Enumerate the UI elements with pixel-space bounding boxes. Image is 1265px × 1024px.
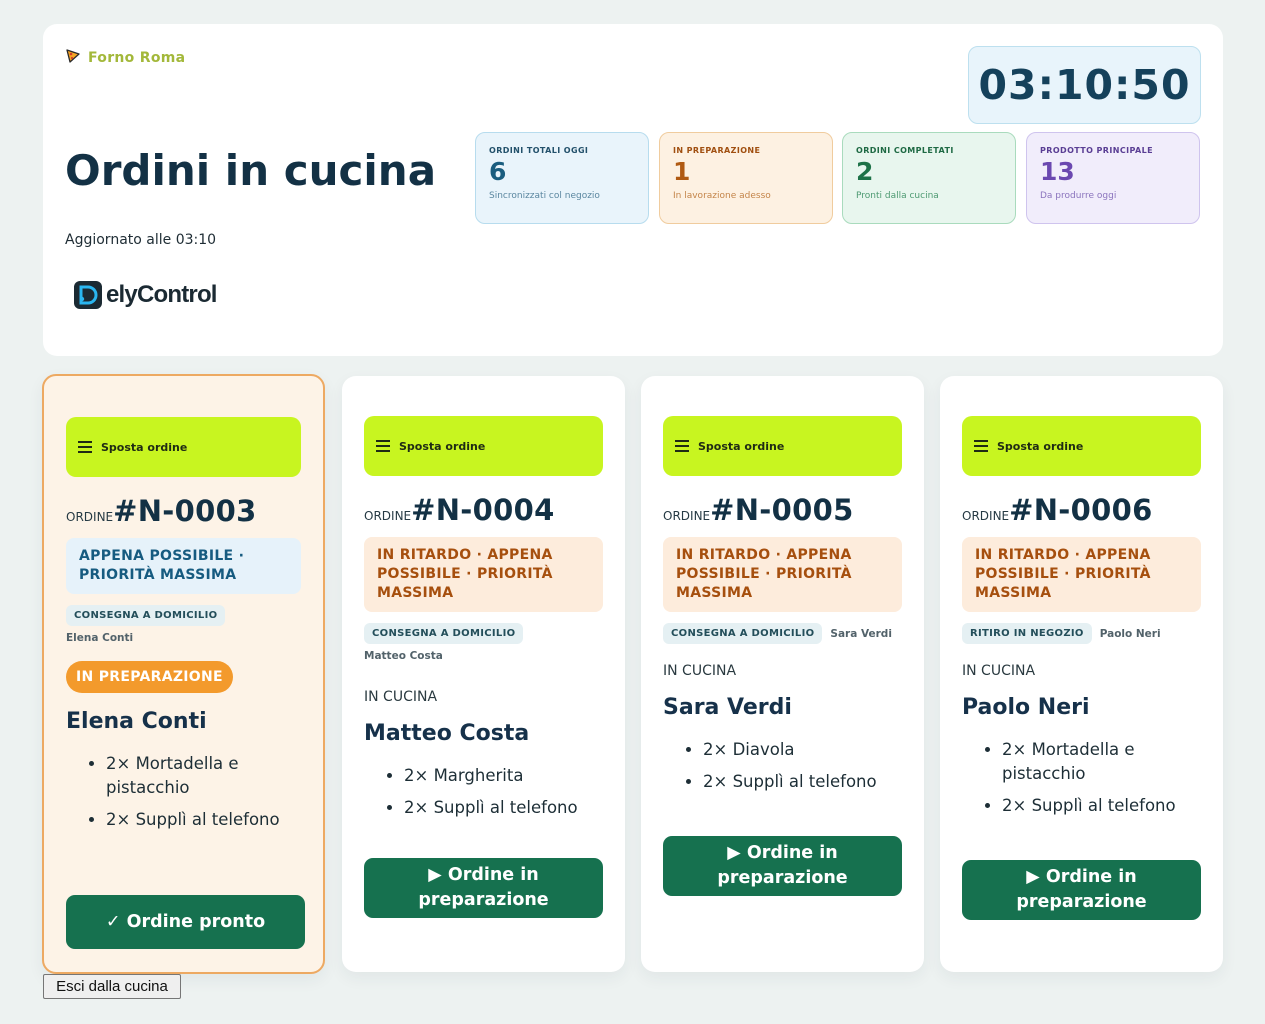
status-text: IN CUCINA [962,663,1036,679]
list-item: 2× Supplì al telefono [1002,794,1201,818]
drag-handle[interactable]: Sposta ordine [962,416,1201,476]
stat-card-completed: ORDINI COMPLETATI 2 Pronti dalla cucina [842,132,1016,224]
exit-kitchen-button[interactable]: Esci dalla cucina [43,974,181,999]
brand-name: Forno Roma [88,50,186,66]
list-item: 2× Supplì al telefono [106,808,301,832]
drag-menu-icon [974,437,988,456]
priority-badge: APPENA POSSIBILE · PRIORITÀ MASSIMA [66,538,301,594]
delivery-type-tag: CONSEGNA A DOMICILIO [663,623,823,644]
stat-subtitle: Da produrre oggi [1040,191,1117,201]
order-prefix: ORDINE [66,510,114,524]
logo-text: elyControl [106,281,217,308]
stat-label: PRODOTTO PRINCIPALE [1040,146,1153,155]
customer-small: Matteo Costa [364,650,443,662]
customer-small: Sara Verdi [830,627,892,640]
order-number: #N-0004 [411,493,555,527]
drag-label: Sposta ordine [101,440,188,454]
stat-subtitle: In lavorazione adesso [673,191,771,201]
stat-value: 6 [489,157,507,186]
customer-name: Sara Verdi [663,695,792,720]
order-card: Sposta ordine ORDINE #N-0005 IN RITARDO … [641,376,924,972]
order-prefix: ORDINE [962,509,1010,523]
order-card: Sposta ordine ORDINE #N-0006 IN RITARDO … [940,376,1223,972]
clock: 03:10:50 [968,46,1201,124]
stat-subtitle: Pronti dalla cucina [856,191,939,201]
customer-name: Matteo Costa [364,721,530,746]
status-text: IN CUCINA [364,689,438,705]
drag-menu-icon [376,437,390,456]
order-items: 2× Mortadella e pistacchio 2× Supplì al … [962,738,1201,818]
order-items: 2× Margherita 2× Supplì al telefono [364,764,603,820]
stat-value: 13 [1040,157,1075,186]
order-id: ORDINE #N-0006 [962,493,1201,527]
order-id: ORDINE #N-0003 [66,494,301,528]
drag-menu-icon [78,438,92,457]
dashboard-header: Forno Roma Ordini in cucina Aggiornato a… [43,24,1223,356]
priority-badge: IN RITARDO · APPENA POSSIBILE · PRIORITÀ… [364,537,603,612]
drag-menu-icon [675,437,689,456]
order-card: Sposta ordine ORDINE #N-0004 IN RITARDO … [342,376,625,972]
order-meta: CONSEGNA A DOMICILIO Elena Conti [66,605,301,644]
start-preparation-button[interactable]: ▶ Ordine in preparazione [663,836,902,896]
delivery-type-tag: CONSEGNA A DOMICILIO [66,605,226,626]
customer-small: Elena Conti [66,632,134,644]
page-title: Ordini in cucina [65,146,437,195]
customer-small: Paolo Neri [1099,627,1161,640]
list-item: 2× Mortadella e pistacchio [106,752,301,800]
delivery-type-tag: CONSEGNA A DOMICILIO [364,623,524,644]
customer-name: Paolo Neri [962,695,1090,720]
delycontrol-logo-mark [74,281,102,309]
order-id: ORDINE #N-0005 [663,493,902,527]
drag-handle[interactable]: Sposta ordine [663,416,902,476]
stat-card-total: ORDINI TOTALI OGGI 6 Sincronizzati col n… [475,132,649,224]
drag-handle[interactable]: Sposta ordine [66,417,301,477]
priority-badge: IN RITARDO · APPENA POSSIBILE · PRIORITÀ… [962,537,1201,612]
stat-card-preparing: IN PREPARAZIONE 1 In lavorazione adesso [659,132,833,224]
order-number: #N-0005 [710,493,854,527]
priority-badge: IN RITARDO · APPENA POSSIBILE · PRIORITÀ… [663,537,902,612]
pizza-slice-icon [65,48,81,68]
stat-label: IN PREPARAZIONE [673,146,761,155]
order-meta: CONSEGNA A DOMICILIO Sara Verdi [663,623,902,644]
start-preparation-button[interactable]: ▶ Ordine in preparazione [962,860,1201,920]
stat-card-top-product: PRODOTTO PRINCIPALE 13 Da produrre oggi [1026,132,1200,224]
drag-label: Sposta ordine [997,439,1084,453]
status-badge: IN PREPARAZIONE [66,661,233,693]
list-item: 2× Diavola [703,738,902,762]
brand: Forno Roma [65,48,185,68]
order-meta: RITIRO IN NEGOZIO Paolo Neri [962,623,1201,644]
order-prefix: ORDINE [663,509,711,523]
order-prefix: ORDINE [364,509,412,523]
start-preparation-button[interactable]: ▶ Ordine in preparazione [364,858,603,918]
stat-subtitle: Sincronizzati col negozio [489,191,600,201]
order-ready-button[interactable]: ✓ Ordine pronto [66,895,305,949]
delycontrol-logo: elyControl [73,280,217,310]
list-item: 2× Mortadella e pistacchio [1002,738,1201,786]
drag-handle[interactable]: Sposta ordine [364,416,603,476]
customer-name: Elena Conti [66,709,207,734]
pickup-type-tag: RITIRO IN NEGOZIO [962,623,1092,644]
stat-value: 1 [673,157,691,186]
stat-label: ORDINI TOTALI OGGI [489,146,589,155]
order-number: #N-0003 [113,494,257,528]
stat-value: 2 [856,157,874,186]
list-item: 2× Supplì al telefono [703,770,902,794]
list-item: 2× Margherita [404,764,603,788]
list-item: 2× Supplì al telefono [404,796,603,820]
order-id: ORDINE #N-0004 [364,493,603,527]
last-updated: Aggiornato alle 03:10 [65,232,217,248]
order-number: #N-0006 [1009,493,1153,527]
stat-label: ORDINI COMPLETATI [856,146,954,155]
drag-label: Sposta ordine [399,439,486,453]
order-meta: CONSEGNA A DOMICILIO Matteo Costa [364,623,603,662]
order-items: 2× Mortadella e pistacchio 2× Supplì al … [66,752,301,832]
order-card: Sposta ordine ORDINE #N-0003 APPENA POSS… [42,374,325,974]
status-text: IN CUCINA [663,663,737,679]
order-items: 2× Diavola 2× Supplì al telefono [663,738,902,794]
drag-label: Sposta ordine [698,439,785,453]
